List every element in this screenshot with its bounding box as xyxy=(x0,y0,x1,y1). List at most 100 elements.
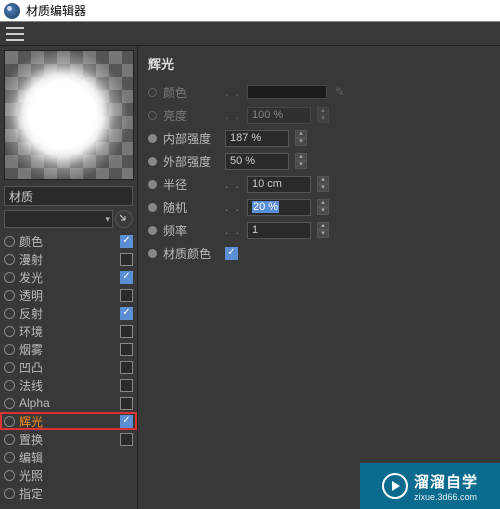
channel-label: 编辑 xyxy=(19,449,116,466)
channel-label: 漫射 xyxy=(19,251,116,268)
channel-checkbox[interactable] xyxy=(120,235,133,248)
panel-title: 辉光 xyxy=(148,54,490,73)
channel-checkbox[interactable] xyxy=(120,361,133,374)
eyedropper-icon[interactable]: ✎ xyxy=(333,85,347,99)
channel-checkbox[interactable] xyxy=(120,289,133,302)
channel-row-11[interactable]: 置换 xyxy=(0,430,137,448)
radio-icon xyxy=(148,88,157,97)
channel-row-5[interactable]: 环境 xyxy=(0,322,137,340)
channel-row-14[interactable]: 指定 xyxy=(0,484,137,502)
radio-icon[interactable] xyxy=(4,434,15,445)
left-panel: ▾ 颜色漫射发光透明反射环境烟雾凹凸法线 Alpha 辉光置换编辑光照指定 xyxy=(0,46,138,509)
radio-icon[interactable] xyxy=(4,326,15,337)
freq-input[interactable]: 1 xyxy=(247,222,311,239)
spinner[interactable]: ▴▾ xyxy=(295,153,307,169)
radio-icon[interactable] xyxy=(4,362,15,373)
channel-row-10[interactable]: 辉光 xyxy=(0,412,137,430)
radio-icon[interactable] xyxy=(4,272,15,283)
radio-icon[interactable] xyxy=(148,134,157,143)
radio-icon[interactable] xyxy=(4,488,15,499)
radio-icon[interactable] xyxy=(4,398,15,409)
channel-row-12[interactable]: 编辑 xyxy=(0,448,137,466)
channel-checkbox[interactable] xyxy=(120,415,133,428)
radio-icon[interactable] xyxy=(4,452,15,463)
spinner[interactable]: ▴▾ xyxy=(295,130,307,146)
channel-label: Alpha xyxy=(19,396,116,410)
channel-checkbox[interactable] xyxy=(120,271,133,284)
channel-checkbox[interactable] xyxy=(120,433,133,446)
app-icon xyxy=(4,3,20,19)
channel-row-4[interactable]: 反射 xyxy=(0,304,137,322)
channel-label: 环境 xyxy=(19,323,116,340)
channel-checkbox[interactable] xyxy=(120,343,133,356)
channel-row-2[interactable]: 发光 xyxy=(0,268,137,286)
watermark: 溜溜自学 zixue.3d66.com xyxy=(360,463,500,509)
prop-inner: 内部强度 187 % ▴▾ xyxy=(148,127,490,149)
channel-row-0[interactable]: 颜色 xyxy=(0,232,137,250)
prop-radius: 半径 . . 10 cm ▴▾ xyxy=(148,173,490,195)
radio-icon[interactable] xyxy=(4,416,15,427)
radio-icon[interactable] xyxy=(4,344,15,355)
prop-color: 颜色 . . ✎ xyxy=(148,81,490,103)
titlebar: 材质编辑器 xyxy=(0,0,500,22)
radio-icon[interactable] xyxy=(148,157,157,166)
spinner[interactable]: ▴▾ xyxy=(317,107,329,123)
preview-glow xyxy=(5,51,133,179)
play-icon xyxy=(382,473,408,499)
radio-icon[interactable] xyxy=(4,236,15,247)
menubar xyxy=(0,22,500,46)
radio-icon[interactable] xyxy=(4,290,15,301)
channel-label: 发光 xyxy=(19,269,116,286)
channel-label: 反射 xyxy=(19,305,116,322)
channel-label: 法线 xyxy=(19,377,116,394)
channel-checkbox[interactable] xyxy=(120,379,133,392)
channel-row-9[interactable]: Alpha xyxy=(0,394,137,412)
spinner[interactable]: ▴▾ xyxy=(317,199,329,215)
channel-label: 颜色 xyxy=(19,233,116,250)
channel-label: 烟雾 xyxy=(19,341,116,358)
brightness-input[interactable]: 100 % xyxy=(247,107,311,124)
channel-label: 光照 xyxy=(19,467,116,484)
channel-label: 透明 xyxy=(19,287,116,304)
radio-icon[interactable] xyxy=(148,249,157,258)
radio-icon[interactable] xyxy=(148,203,157,212)
material-name-input[interactable] xyxy=(4,186,133,206)
radio-icon[interactable] xyxy=(4,308,15,319)
spinner[interactable]: ▴▾ xyxy=(317,222,329,238)
color-swatch[interactable] xyxy=(247,85,327,99)
channel-row-8[interactable]: 法线 xyxy=(0,376,137,394)
spinner[interactable]: ▴▾ xyxy=(317,176,329,192)
radio-icon[interactable] xyxy=(4,380,15,391)
properties-panel: 辉光 颜色 . . ✎ 亮度 . . 100 % ▴▾ 内部强度 187 % ▴… xyxy=(138,46,500,509)
channel-checkbox[interactable] xyxy=(120,325,133,338)
channel-row-3[interactable]: 透明 xyxy=(0,286,137,304)
inner-input[interactable]: 187 % xyxy=(225,130,289,147)
channel-row-1[interactable]: 漫射 xyxy=(0,250,137,268)
matcolor-checkbox[interactable] xyxy=(225,247,238,260)
channel-row-6[interactable]: 烟雾 xyxy=(0,340,137,358)
prop-freq: 频率 . . 1 ▴▾ xyxy=(148,219,490,241)
prop-outer: 外部强度 50 % ▴▾ xyxy=(148,150,490,172)
radio-icon[interactable] xyxy=(4,470,15,481)
channel-checkbox[interactable] xyxy=(120,253,133,266)
picker-icon[interactable] xyxy=(115,210,133,228)
radio-icon[interactable] xyxy=(148,180,157,189)
layer-selector[interactable]: ▾ xyxy=(4,210,113,228)
prop-matcolor: 材质颜色 xyxy=(148,242,490,264)
outer-input[interactable]: 50 % xyxy=(225,153,289,170)
menu-icon[interactable] xyxy=(6,27,24,41)
channel-label: 置换 xyxy=(19,431,116,448)
radius-input[interactable]: 10 cm xyxy=(247,176,311,193)
window-title: 材质编辑器 xyxy=(26,2,86,19)
channel-row-7[interactable]: 凹凸 xyxy=(0,358,137,376)
channel-checkbox[interactable] xyxy=(120,307,133,320)
radio-icon[interactable] xyxy=(148,226,157,235)
radio-icon[interactable] xyxy=(4,254,15,265)
radio-icon xyxy=(148,111,157,120)
random-input[interactable]: 20 % xyxy=(247,199,311,216)
material-preview[interactable] xyxy=(4,50,134,180)
channel-label: 凹凸 xyxy=(19,359,116,376)
channel-checkbox[interactable] xyxy=(120,397,133,410)
chevron-down-icon: ▾ xyxy=(105,214,110,225)
channel-row-13[interactable]: 光照 xyxy=(0,466,137,484)
